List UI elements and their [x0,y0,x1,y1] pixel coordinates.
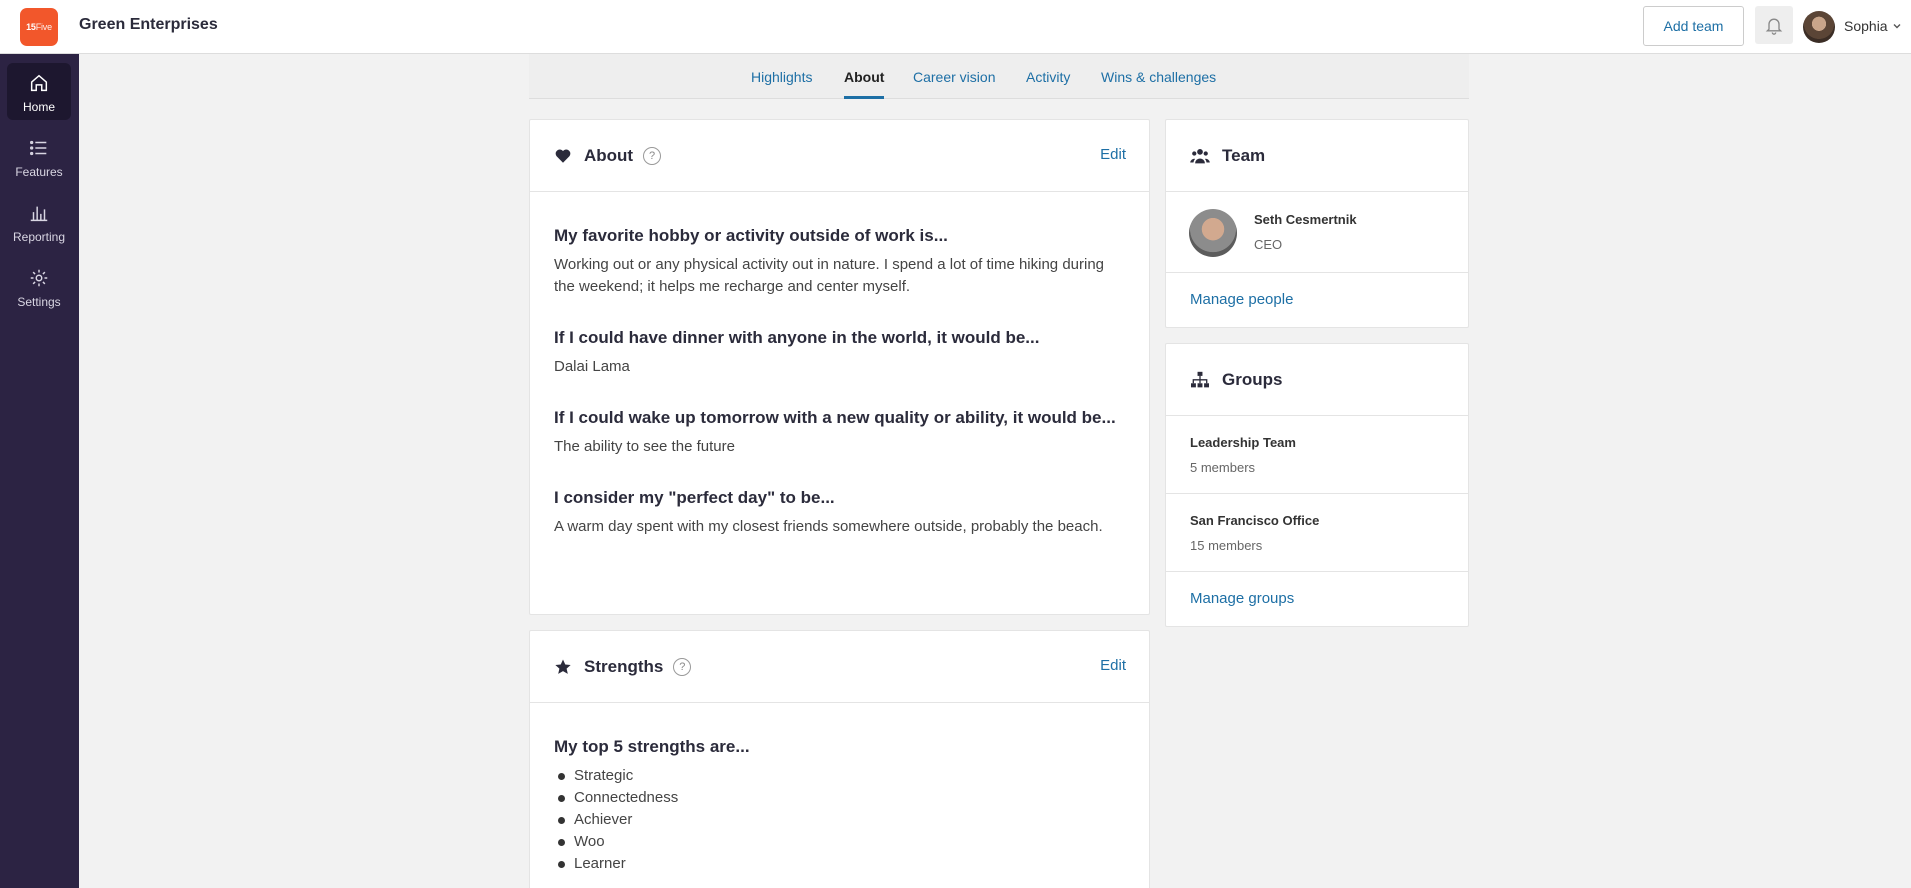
question-text: If I could wake up tomorrow with a new q… [554,408,1116,427]
bar-chart-icon [30,206,48,222]
strengths-card-header: Strengths ? Edit [530,631,1149,703]
groups-card-header: Groups [1166,344,1468,416]
about-question: My favorite hobby or activity outside of… [530,192,1149,298]
sidebar-item-settings[interactable]: Settings [7,258,71,315]
company-name: Green Enterprises [79,16,218,33]
user-avatar[interactable] [1803,11,1835,43]
group-name: Leadership Team [1190,435,1296,450]
manage-groups-link[interactable]: Manage groups [1190,590,1294,607]
answer-text: The ability to see the future [554,438,735,455]
gear-icon [30,269,48,287]
tab-activity[interactable]: Activity [1026,69,1070,99]
chevron-down-icon [1893,24,1901,29]
question-text: I consider my "perfect day" to be... [554,488,835,507]
about-edit-link[interactable]: Edit [1100,146,1126,163]
group-member-count: 15 members [1190,538,1263,553]
about-question: I consider my "perfect day" to be... A w… [530,458,1149,538]
sidebar: Home Features Reporting Settings [0,54,79,888]
tab-about[interactable]: About [844,69,885,99]
top-bar: 15 Five Green Enterprises Add team Sophia [0,0,1911,54]
group-row[interactable]: San Francisco Office 15 members [1166,494,1468,572]
tab-career-vision[interactable]: Career vision [913,69,995,99]
star-icon [555,659,571,674]
heart-icon [555,148,571,163]
profile-tabs: Highlights About Career vision Activity … [529,54,1469,99]
team-card: Team Seth Cesmertnik CEO Manage people [1165,119,1469,328]
org-chart-icon [1191,371,1209,387]
list-item: Woo [558,831,1125,853]
home-icon [30,74,48,92]
sidebar-item-features[interactable]: Features [7,128,71,185]
add-team-button[interactable]: Add team [1643,6,1744,46]
about-question: If I could wake up tomorrow with a new q… [530,378,1149,458]
about-card-header: About ? Edit [530,120,1149,192]
member-role: CEO [1254,237,1283,252]
users-icon [1190,148,1210,163]
sidebar-item-label: Settings [17,295,61,309]
group-name: San Francisco Office [1190,513,1320,528]
strengths-question: My top 5 strengths are... Strategic Conn… [530,703,1149,875]
team-card-header: Team [1166,120,1468,192]
groups-card: Groups Leadership Team 5 members San Fra… [1165,343,1469,627]
groups-title: Groups [1222,369,1283,389]
about-question: If I could have dinner with anyone in th… [530,298,1149,378]
strengths-edit-link[interactable]: Edit [1100,657,1126,674]
list-item: Strategic [558,765,1125,787]
answer-text: A warm day spent with my closest friends… [554,518,1103,535]
logo-text-number: 15 [26,22,36,32]
user-name: Sophia [1844,18,1888,34]
about-title: About [584,145,634,165]
member-name: Seth Cesmertnik [1254,212,1357,227]
sidebar-item-reporting[interactable]: Reporting [7,193,71,250]
sidebar-item-label: Reporting [12,230,66,244]
team-member-row[interactable]: Seth Cesmertnik CEO [1166,192,1468,273]
group-row[interactable]: Leadership Team 5 members [1166,416,1468,494]
list-item: Connectedness [558,787,1125,809]
strengths-title: Strengths [584,656,664,676]
sidebar-item-home[interactable]: Home [7,63,71,120]
sidebar-item-label: Features [15,165,63,179]
list-icon [30,140,47,156]
strengths-card: Strengths ? Edit My top 5 strengths are.… [529,630,1150,888]
list-item: Learner [558,853,1125,875]
answer-text: Dalai Lama [554,358,630,375]
strengths-list: Strategic Connectedness Achiever Woo Lea… [554,765,1125,875]
notifications-button[interactable] [1755,6,1793,44]
group-member-count: 5 members [1190,460,1256,475]
bell-icon [1765,18,1783,35]
logo-text-word: Five [35,22,52,32]
tab-wins-challenges[interactable]: Wins & challenges [1101,69,1216,99]
answer-text: Working out or any physical activity out… [554,256,1105,295]
question-text: If I could have dinner with anyone in th… [554,328,1040,347]
sidebar-item-label: Home [22,100,55,114]
about-card: About ? Edit My favorite hobby or activi… [529,119,1150,615]
help-icon[interactable]: ? [673,657,692,676]
question-text: My favorite hobby or activity outside of… [554,226,948,245]
question-text: My top 5 strengths are... [554,737,750,756]
help-icon[interactable]: ? [643,146,662,165]
app-logo[interactable]: 15 Five [20,8,58,46]
user-menu[interactable]: Sophia [1844,18,1902,34]
manage-people-link[interactable]: Manage people [1190,291,1293,308]
tab-highlights[interactable]: Highlights [751,69,812,99]
avatar [1189,209,1237,257]
list-item: Achiever [558,809,1125,831]
team-title: Team [1222,145,1266,165]
